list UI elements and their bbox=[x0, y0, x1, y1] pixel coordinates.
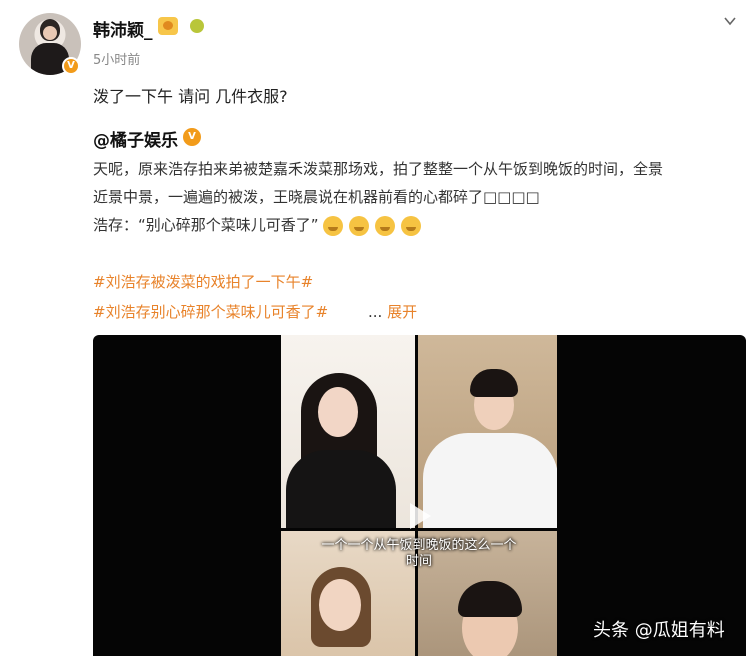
repost-quote-line: 浩存：“别心碎那个菜味儿可香了” bbox=[93, 211, 743, 240]
avatar-face bbox=[43, 26, 57, 40]
smile-emoji-icon bbox=[323, 216, 344, 236]
smile-emoji-icon bbox=[349, 216, 370, 236]
fan-badge-icon bbox=[158, 17, 178, 35]
video-subtitle: 一个一个从午饭到晚饭的这么一个 时间 bbox=[281, 538, 557, 570]
person-face bbox=[319, 579, 361, 631]
ellipsis: ... bbox=[368, 303, 383, 321]
video-player[interactable]: 一个一个从午饭到晚饭的这么一个 时间 bbox=[93, 335, 746, 656]
smile-emoji-icon bbox=[401, 216, 422, 236]
post-text: 泼了一下午 请问 几件衣服? bbox=[93, 87, 288, 106]
repost-body: 天呢，原来浩存拍来弟被楚嘉禾泼菜那场戏，拍了整整一个从午饭到晚饭的时间，全景 近… bbox=[93, 155, 743, 240]
person-body bbox=[286, 450, 396, 528]
person-hair bbox=[470, 369, 518, 397]
subtitle-line: 时间 bbox=[405, 554, 432, 569]
post-timestamp[interactable]: 5小时前 bbox=[93, 49, 140, 68]
chevron-down-icon[interactable] bbox=[723, 14, 737, 28]
video-tile-woman-1 bbox=[281, 335, 415, 528]
watermark: 头条 @瓜姐有料 bbox=[593, 620, 725, 641]
play-icon[interactable] bbox=[401, 499, 435, 533]
person-face bbox=[318, 387, 358, 437]
emoji-group bbox=[323, 212, 427, 240]
verified-badge-icon: V bbox=[183, 128, 201, 146]
repost-line: 近景中景，一遍遍的被泼，王晓晨说在机器前看的心都碎了□□□□ bbox=[93, 188, 540, 206]
expand-row: ... 展开 bbox=[368, 301, 417, 322]
verified-badge-icon: V bbox=[62, 57, 80, 75]
smile-emoji-icon bbox=[375, 216, 396, 236]
person-hair bbox=[458, 581, 522, 617]
video-tile-man-1 bbox=[418, 335, 557, 528]
hashtag-link[interactable]: #刘浩存别心碎那个菜味儿可香了# bbox=[93, 301, 328, 322]
person-body bbox=[423, 433, 557, 528]
hashtag-link[interactable]: #刘浩存被泼菜的戏拍了一下午# bbox=[93, 271, 313, 292]
repost-quote: 浩存：“别心碎那个菜味儿可香了” bbox=[93, 216, 319, 234]
level-badge-icon bbox=[190, 19, 204, 33]
subtitle-line: 一个一个从午饭到晚饭的这么一个 bbox=[321, 538, 517, 553]
expand-link[interactable]: 展开 bbox=[387, 303, 417, 321]
repost-line: 天呢，原来浩存拍来弟被楚嘉禾泼菜那场戏，拍了整整一个从午饭到晚饭的时间，全景 bbox=[93, 160, 664, 178]
repost-author[interactable]: @橘子娱乐 bbox=[93, 126, 178, 151]
author-name[interactable]: 韩沛颖_ bbox=[93, 16, 153, 41]
